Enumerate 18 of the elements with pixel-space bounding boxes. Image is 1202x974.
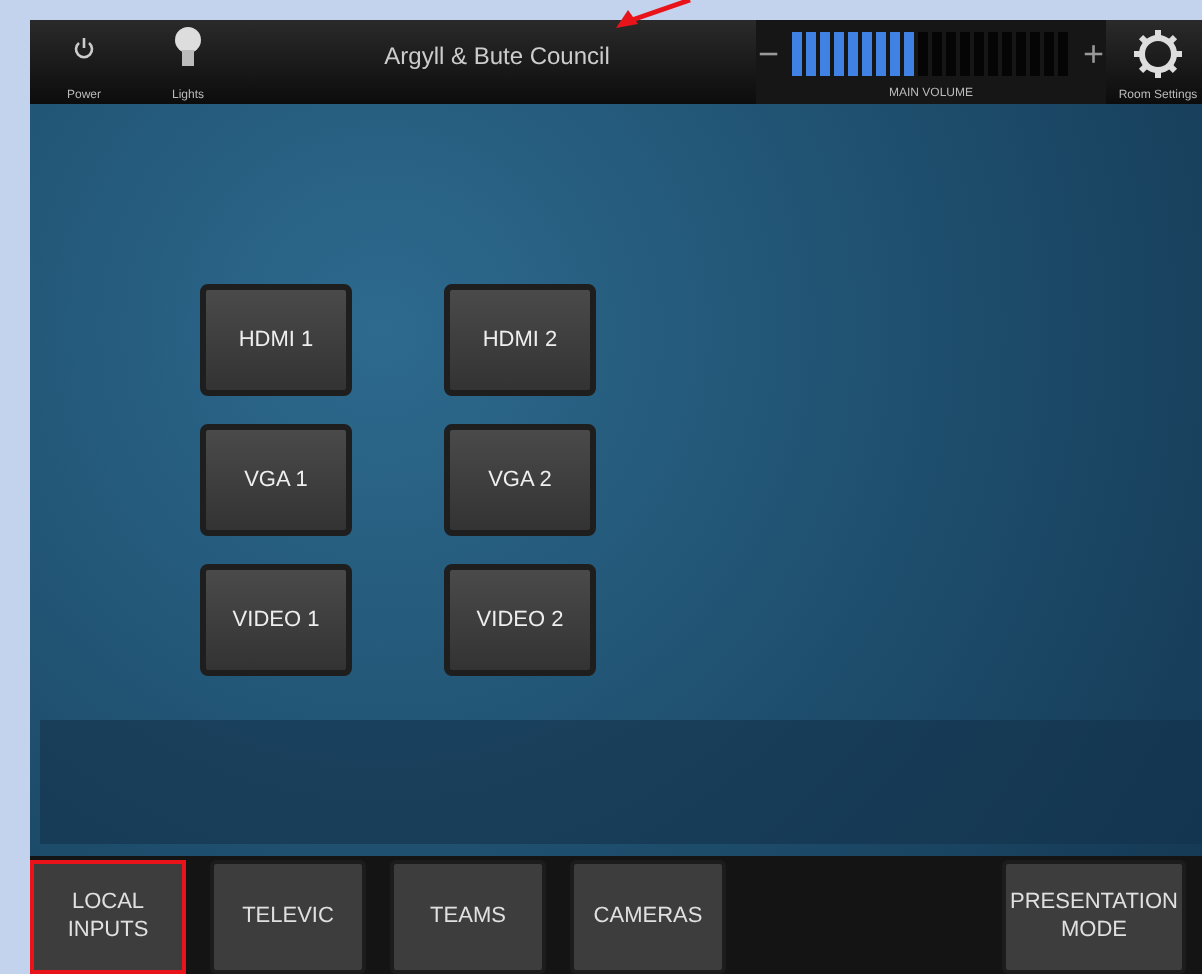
volume-down-button[interactable]: − [757, 36, 779, 72]
power-icon[interactable] [72, 36, 96, 60]
volume-meter[interactable] [791, 32, 1071, 76]
source-button[interactable]: VIDEO 1 [200, 564, 352, 676]
menu-tab[interactable]: CAMERAS [570, 860, 726, 974]
menu-tab[interactable]: TEAMS [390, 860, 546, 974]
menu-tab[interactable]: LOCAL INPUTS [30, 860, 186, 974]
annotation-arrow [616, 0, 692, 32]
source-button[interactable]: VGA 1 [200, 424, 352, 536]
volume-up-button[interactable]: + [1083, 36, 1105, 72]
source-button[interactable]: HDMI 1 [200, 284, 352, 396]
source-button[interactable]: VGA 2 [444, 424, 596, 536]
source-button[interactable]: HDMI 2 [444, 284, 596, 396]
window-title: Argyll & Bute Council [382, 40, 612, 74]
menu-tab[interactable]: PRESENTATION MODE [1002, 860, 1186, 974]
gear-icon[interactable] [1130, 26, 1186, 82]
menu-tab[interactable]: TELEVIC [210, 860, 366, 974]
source-button[interactable]: VIDEO 2 [444, 564, 596, 676]
